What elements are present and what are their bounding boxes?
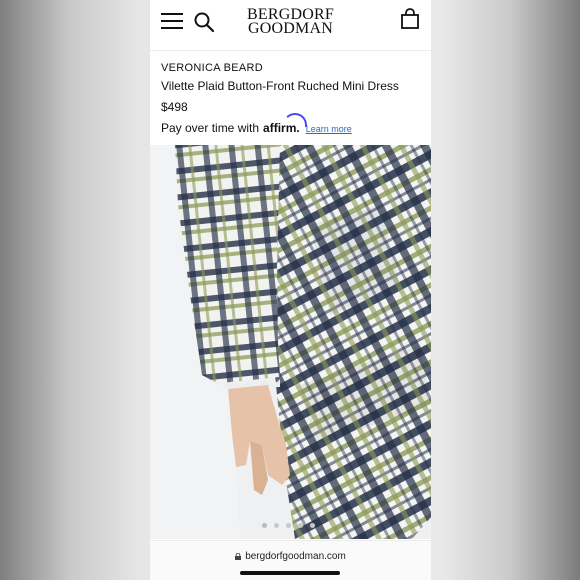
bergdorf-goodman-logo[interactable]: BERGDORF GOODMAN [243, 7, 338, 37]
learn-more-link[interactable]: Learn more [306, 124, 352, 134]
url-text: bergdorfgoodman.com [245, 551, 346, 562]
product-title: Vilette Plaid Button-Front Ruched Mini D… [161, 79, 399, 93]
browser-address-bar[interactable]: bergdorfgoodman.com [150, 540, 431, 580]
search-icon[interactable] [193, 11, 215, 33]
gallery-pagination [262, 523, 315, 528]
pagination-dot[interactable] [286, 523, 291, 528]
product-brand[interactable]: VERONICA BEARD [161, 62, 426, 74]
phone-screen: BERGDORF GOODMAN VERONICA BEARD Vilette … [150, 0, 431, 580]
shopping-bag-icon[interactable] [399, 8, 421, 30]
pagination-dot[interactable] [298, 523, 303, 528]
product-price: $498 [161, 100, 188, 114]
logo-line-2: GOODMAN [248, 20, 333, 37]
affirm-arc-icon [283, 113, 308, 127]
lock-icon [235, 553, 242, 560]
pagination-dot[interactable] [262, 523, 267, 528]
pagination-dot[interactable] [274, 523, 279, 528]
financing-text: Pay over time with [161, 121, 260, 135]
url-display[interactable]: bergdorfgoodman.com [150, 551, 431, 562]
top-navigation-bar: BERGDORF GOODMAN [150, 0, 431, 51]
hamburger-menu-icon[interactable] [161, 13, 183, 29]
home-indicator[interactable] [240, 571, 340, 575]
product-info: VERONICA BEARD Vilette Plaid Button-Fron… [161, 62, 426, 135]
pagination-dot[interactable] [310, 523, 315, 528]
plaid-dress-photo [150, 145, 431, 539]
product-image[interactable] [150, 145, 431, 539]
affirm-financing-row: Pay over time with affirm. Learn more [161, 113, 426, 135]
affirm-logo: affirm. [263, 113, 308, 135]
